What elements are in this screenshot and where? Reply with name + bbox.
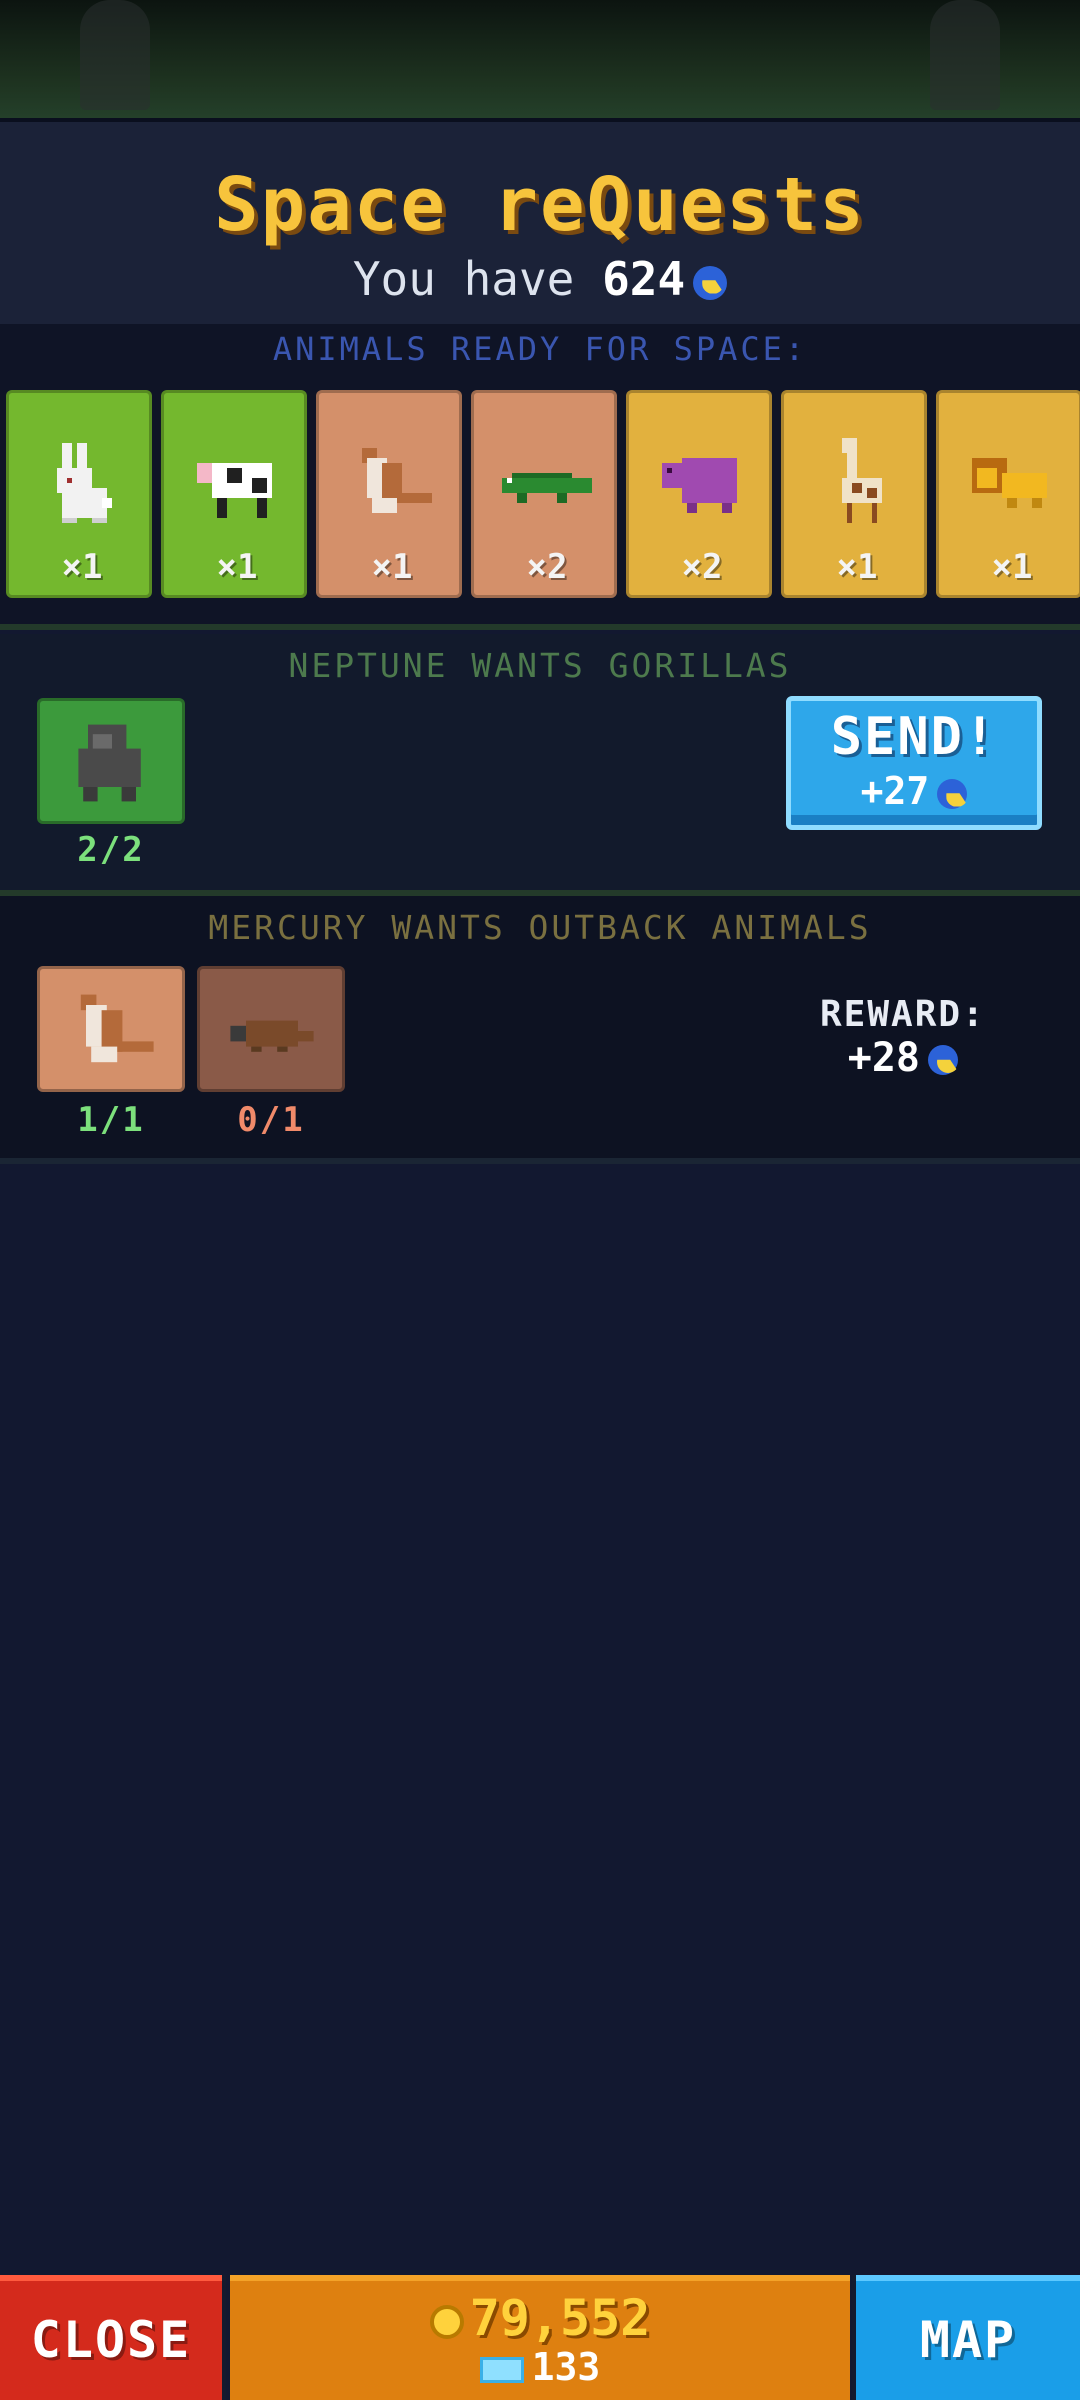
header-panel: Space reQuests You have 624	[0, 118, 1080, 328]
coin-icon	[429, 2304, 464, 2339]
animal-card-kangaroo[interactable]: ×1	[316, 390, 462, 598]
animal-count: ×1	[371, 547, 413, 587]
send-reward-value: +27	[860, 769, 930, 813]
hippo-icon	[662, 458, 737, 513]
slot-progress: 1/1	[77, 1100, 145, 1140]
tree-silhouette	[80, 0, 150, 110]
ready-animals-label: ANIMALS READY FOR SPACE:	[272, 330, 808, 368]
animal-count: ×1	[836, 547, 878, 587]
tree-silhouette	[930, 0, 1000, 110]
balance-label: You have	[352, 252, 575, 306]
send-reward: +27	[791, 769, 1037, 813]
currency-bar: 79,552 133	[230, 2275, 850, 2400]
slot-progress: 2/2	[77, 830, 145, 870]
reward-block: REWARD: +28	[820, 994, 986, 1081]
animal-card-row: ×1 ×1 ×1 ×2 ×2 ×1 ×1	[6, 390, 1080, 600]
lion-icon	[972, 458, 1047, 508]
map-label: MAP	[919, 2311, 1017, 2369]
slot-progress: 0/1	[237, 1100, 305, 1140]
kangaroo-icon	[362, 448, 432, 513]
animal-count: ×2	[526, 547, 568, 587]
reward-amount: +28	[820, 1035, 986, 1081]
animal-card-rabbit[interactable]: ×1	[6, 390, 152, 598]
moon-coin-icon	[693, 265, 728, 300]
animal-card-lion[interactable]: ×1	[936, 390, 1080, 598]
balance-line: You have 624	[0, 252, 1080, 306]
request-title: NEPTUNE WANTS GORILLAS	[288, 646, 792, 685]
page-title: Space reQuests	[214, 162, 866, 248]
rabbit-icon	[57, 443, 112, 523]
request-mercury: MERCURY WANTS OUTBACK ANIMALS 1/1 0/1 RE…	[0, 896, 1080, 1158]
balance-amount: 624	[602, 252, 686, 306]
close-label: CLOSE	[30, 2311, 192, 2369]
background-scene	[0, 0, 1080, 118]
request-slot-gorilla	[37, 698, 185, 824]
giraffe-icon	[842, 438, 882, 523]
moon-coin-icon	[927, 1045, 958, 1075]
section-divider	[0, 624, 1080, 630]
cow-icon	[197, 463, 272, 518]
platypus-icon	[230, 1020, 314, 1052]
animal-card-hippo[interactable]: ×2	[626, 390, 772, 598]
coin-amount: 79,552	[469, 2289, 651, 2347]
reward-label: REWARD:	[820, 994, 986, 1035]
animal-card-giraffe[interactable]: ×1	[781, 390, 927, 598]
bottom-bar: CLOSE 79,552 133 MAP	[0, 2275, 1080, 2400]
animal-card-cow[interactable]: ×1	[161, 390, 307, 598]
animal-count: ×2	[681, 547, 723, 587]
request-slot-kangaroo	[37, 966, 185, 1092]
request-title: MERCURY WANTS OUTBACK ANIMALS	[208, 908, 872, 947]
ready-animals-section: ANIMALS READY FOR SPACE: ×1 ×1 ×1 ×2 ×2 …	[0, 324, 1080, 624]
close-button[interactable]: CLOSE	[0, 2275, 226, 2400]
send-button[interactable]: SEND! +27	[786, 696, 1042, 830]
crocodile-icon	[502, 473, 592, 503]
section-divider	[0, 1158, 1080, 1164]
gem-balance: 133	[230, 2345, 850, 2389]
request-slot-platypus	[197, 966, 345, 1092]
send-label: SEND!	[830, 707, 998, 767]
reward-value: +28	[847, 1035, 920, 1081]
map-button[interactable]: MAP	[852, 2275, 1080, 2400]
coin-balance: 79,552	[230, 2289, 850, 2347]
moon-coin-icon	[937, 778, 968, 809]
animal-count: ×1	[991, 547, 1033, 587]
kangaroo-icon	[80, 994, 154, 1063]
animal-count: ×1	[61, 547, 103, 587]
animal-card-crocodile[interactable]: ×2	[471, 390, 617, 598]
gem-amount: 133	[531, 2345, 601, 2389]
gem-ticket-icon	[479, 2356, 524, 2383]
gorilla-icon	[78, 724, 141, 802]
animal-count: ×1	[216, 547, 258, 587]
request-neptune: NEPTUNE WANTS GORILLAS 2/2 SEND! +27	[0, 634, 1080, 890]
